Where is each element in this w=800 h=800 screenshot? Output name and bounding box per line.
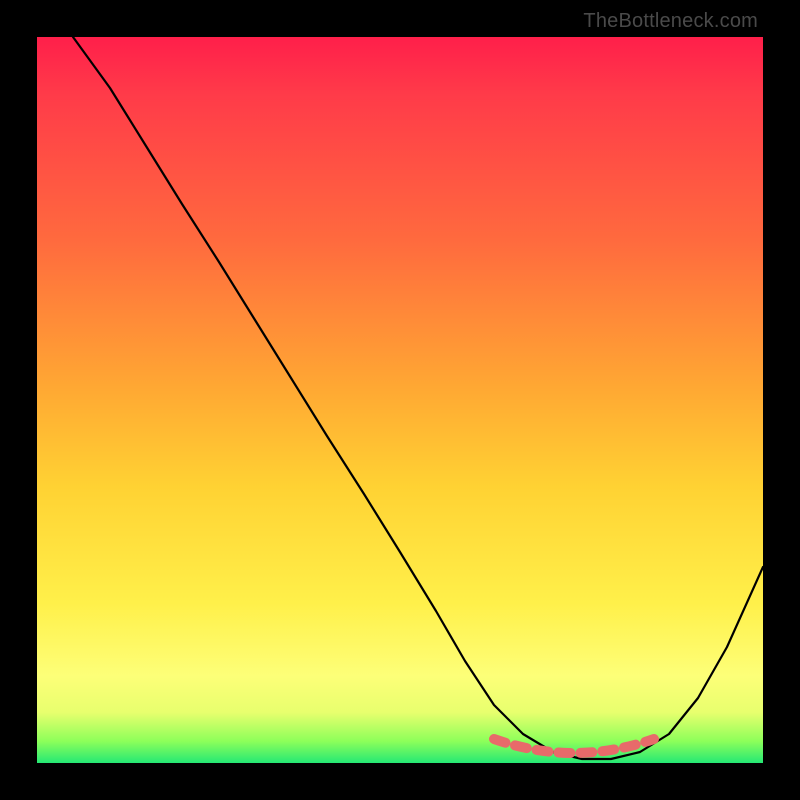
bottleneck-curve bbox=[73, 37, 763, 759]
attribution-label: TheBottleneck.com bbox=[583, 10, 758, 33]
trough-marker bbox=[494, 739, 654, 753]
chart-frame: TheBottleneck.com bbox=[0, 0, 800, 800]
chart-svg bbox=[37, 37, 763, 763]
plot-area bbox=[37, 37, 763, 763]
